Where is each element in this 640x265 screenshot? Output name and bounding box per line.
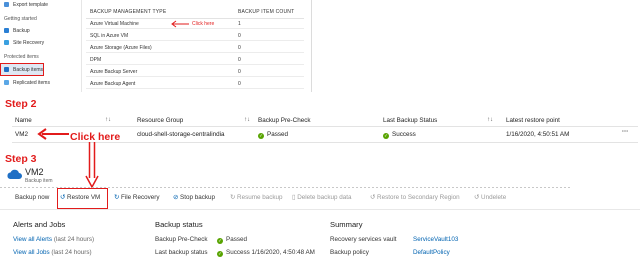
- last-status-value: ✓ Success 1/16/2020, 4:50:48 AM: [217, 249, 315, 257]
- col-header-latest-restore-point[interactable]: Latest restore point: [506, 117, 560, 124]
- view-all-alerts-link[interactable]: View all Alerts: [13, 236, 52, 243]
- stop-icon: ⊘: [173, 194, 179, 201]
- sidebar-heading-protected-items: Protected items: [4, 54, 39, 60]
- vm-name-link[interactable]: VM2: [15, 131, 28, 138]
- cloud-icon: [7, 169, 22, 179]
- table-row[interactable]: Azure Storage (Azure Files) 0: [86, 42, 304, 53]
- check-circle-icon: ✓: [258, 133, 264, 139]
- restore-vm-button[interactable]: ↺ Restore VM: [60, 194, 100, 201]
- view-alerts-row: View all Alerts (last 24 hours): [13, 236, 95, 243]
- vm-title: VM2: [25, 167, 44, 177]
- resume-backup-button[interactable]: ↻ Resume backup: [230, 194, 283, 201]
- alerts-jobs-title: Alerts and Jobs: [13, 220, 66, 229]
- replicated-items-icon: [4, 80, 9, 85]
- vault-link[interactable]: ServiceVault103: [413, 236, 458, 243]
- sidebar-item-export-template[interactable]: Export template: [4, 0, 48, 9]
- sidebar-item-replicated-items[interactable]: Replicated items: [4, 78, 50, 87]
- sidebar-item-backup[interactable]: Backup: [4, 26, 30, 35]
- precheck-label: Backup Pre-Check: [155, 236, 208, 243]
- precheck-cell: ✓ Passed: [258, 131, 289, 139]
- file-recovery-button[interactable]: ↻ File Recovery: [114, 194, 160, 201]
- click-here-annotation: Click here: [192, 21, 215, 27]
- check-circle-icon: ✓: [217, 238, 223, 244]
- restore-secondary-region-button[interactable]: ↺ Restore to Secondary Region: [370, 194, 460, 201]
- step-3-label: Step 3: [5, 153, 37, 165]
- arrow-left-icon: [37, 128, 69, 140]
- more-options-icon[interactable]: ···: [622, 128, 628, 135]
- latest-restore-cell: 1/16/2020, 4:50:51 AM: [506, 131, 570, 138]
- backup-management-table: BACKUP MANAGEMENT TYPE BACKUP ITEM COUNT…: [86, 0, 304, 92]
- view-jobs-row: View all Jobs (last 24 hours): [13, 249, 92, 256]
- arrow-down-icon: [85, 142, 99, 188]
- precheck-value: ✓ Passed: [217, 236, 248, 244]
- summary-title: Summary: [330, 220, 363, 229]
- check-circle-icon: ✓: [217, 251, 223, 257]
- col-header-item-count: BACKUP ITEM COUNT: [238, 9, 295, 15]
- view-all-jobs-link[interactable]: View all Jobs: [13, 249, 50, 256]
- sidebar-item-backup-items[interactable]: Backup items: [4, 65, 43, 74]
- policy-link[interactable]: DefaultPolicy: [413, 249, 450, 256]
- backup-status-title: Backup status: [155, 220, 203, 229]
- vault-sidebar: Export template Getting started Backup S…: [0, 0, 82, 92]
- table-row[interactable]: SQL in Azure VM 0: [86, 30, 304, 41]
- col-header-management-type: BACKUP MANAGEMENT TYPE: [90, 9, 167, 15]
- table-row[interactable]: Azure Backup Server 0: [86, 66, 304, 77]
- sidebar-heading-getting-started: Getting started: [4, 16, 37, 22]
- stop-backup-button[interactable]: ⊘ Stop backup: [173, 194, 215, 201]
- sidebar-item-site-recovery[interactable]: Site Recovery: [4, 38, 44, 47]
- undelete-button[interactable]: ↺ Undelete: [474, 194, 506, 201]
- table-row[interactable]: DPM 0: [86, 54, 304, 65]
- backup-icon: [4, 28, 9, 33]
- sort-icon[interactable]: ↑↓: [487, 117, 493, 123]
- last-status-cell: ✓ Success: [383, 131, 416, 139]
- site-recovery-icon: [4, 40, 9, 45]
- resume-icon: ↻: [230, 194, 236, 201]
- col-header-name[interactable]: Name: [15, 117, 32, 124]
- blank-panel: [312, 0, 640, 92]
- sort-icon[interactable]: ↑↓: [244, 117, 250, 123]
- backup-items-icon: [4, 67, 9, 72]
- file-recovery-icon: ↻: [114, 194, 120, 201]
- restore-icon: ↺: [60, 194, 66, 201]
- check-circle-icon: ✓: [383, 133, 389, 139]
- trash-icon: ▯: [292, 194, 296, 201]
- col-header-resource-group[interactable]: Resource Group: [137, 117, 183, 124]
- sort-icon[interactable]: ↑↓: [105, 117, 111, 123]
- step-2-label: Step 2: [5, 98, 37, 110]
- delete-backup-data-button[interactable]: ▯ Delete backup data: [292, 194, 351, 201]
- resource-group-cell: cloud-shell-storage-centralindia: [137, 131, 225, 138]
- last-status-label: Last backup status: [155, 249, 208, 256]
- undelete-icon: ↺: [474, 194, 480, 201]
- table-row[interactable]: Azure Backup Agent 0: [86, 78, 304, 89]
- vault-label: Recovery services vault: [330, 236, 397, 243]
- restore-icon: ↺: [370, 194, 376, 201]
- vm-subtitle: Backup item: [25, 178, 53, 184]
- col-header-last-backup-status[interactable]: Last Backup Status: [383, 117, 437, 124]
- backup-now-button[interactable]: Backup now: [15, 194, 49, 201]
- policy-label: Backup policy: [330, 249, 369, 256]
- export-template-icon: [4, 2, 9, 7]
- arrow-left-icon: [171, 20, 189, 28]
- col-header-backup-precheck[interactable]: Backup Pre-Check: [258, 117, 311, 124]
